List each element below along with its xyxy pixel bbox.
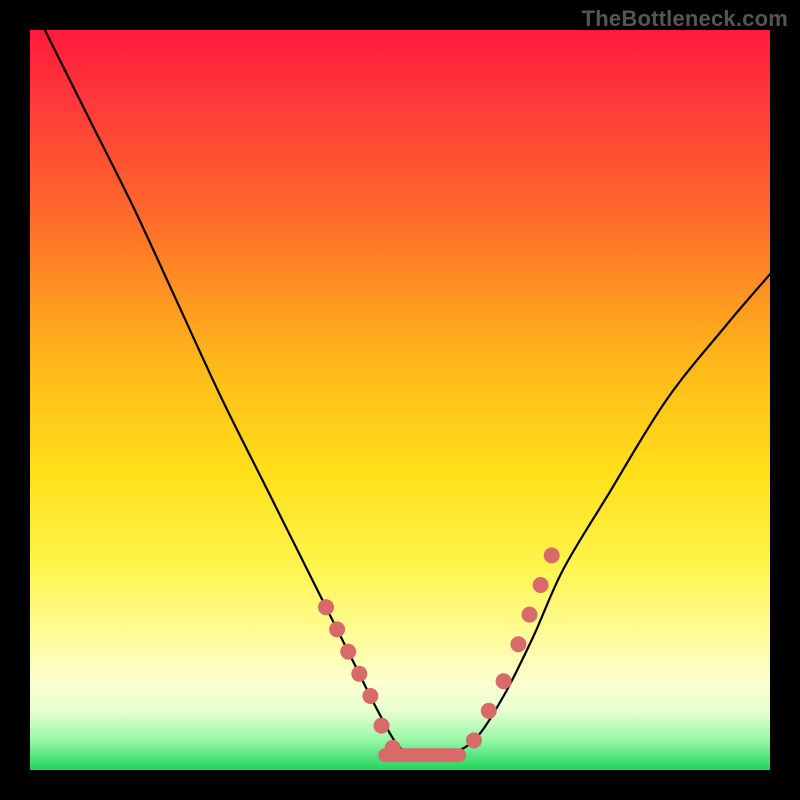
data-marker bbox=[510, 636, 526, 652]
data-marker bbox=[374, 718, 390, 734]
data-marker bbox=[318, 599, 334, 615]
data-marker bbox=[351, 666, 367, 682]
data-marker bbox=[481, 703, 497, 719]
data-marker bbox=[385, 740, 401, 756]
data-marker bbox=[533, 577, 549, 593]
data-marker bbox=[362, 688, 378, 704]
markers-right-group bbox=[466, 547, 560, 748]
data-marker bbox=[329, 621, 345, 637]
data-marker bbox=[340, 644, 356, 660]
chart-frame: TheBottleneck.com bbox=[0, 0, 800, 800]
bottleneck-curve bbox=[45, 30, 770, 757]
data-marker bbox=[496, 673, 512, 689]
data-marker bbox=[544, 547, 560, 563]
chart-svg bbox=[30, 30, 770, 770]
chart-plot-area bbox=[30, 30, 770, 770]
data-marker bbox=[466, 732, 482, 748]
data-marker bbox=[522, 607, 538, 623]
watermark-text: TheBottleneck.com bbox=[582, 6, 788, 32]
